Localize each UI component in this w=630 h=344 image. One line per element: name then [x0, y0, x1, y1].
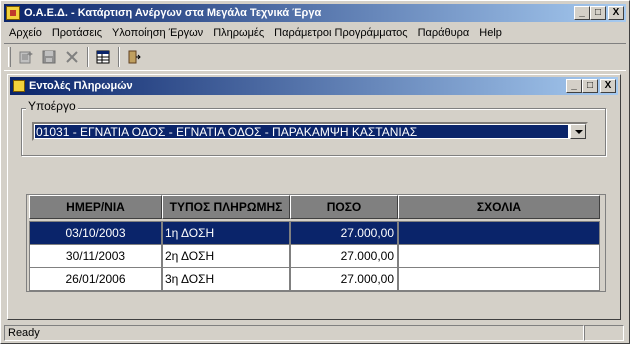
toolbar-separator	[118, 47, 120, 67]
menu-project-implementation[interactable]: Υλοποίηση Έργων	[107, 27, 208, 39]
cell-date[interactable]: 30/11/2003	[29, 244, 162, 268]
cell-comments[interactable]	[398, 221, 600, 245]
payments-table: ΗΜΕΡ/ΝΙΑ ΤΥΠΟΣ ΠΛΗΡΩΜΗΣ ΠΟΣΟ ΣΧΟΛΙΑ 03/1…	[26, 194, 606, 292]
grid-icon[interactable]	[92, 46, 114, 68]
header-payment-type[interactable]: ΤΥΠΟΣ ΠΛΗΡΩΜΗΣ	[162, 195, 290, 219]
delete-icon[interactable]	[61, 46, 83, 68]
new-record-icon[interactable]	[15, 46, 37, 68]
child-minimize-button[interactable]: _	[566, 79, 582, 93]
cell-amount[interactable]: 27.000,00	[290, 267, 398, 291]
header-amount[interactable]: ΠΟΣΟ	[290, 195, 398, 219]
child-window-controls: _ □ X	[566, 79, 616, 93]
menu-windows[interactable]: Παράθυρα	[413, 27, 475, 39]
table-row[interactable]: 26/01/2006 3η ΔΟΣΗ 27.000,00	[29, 267, 600, 291]
status-pane-empty	[584, 324, 624, 341]
close-button[interactable]: X	[608, 6, 624, 20]
table-row[interactable]: 30/11/2003 2η ΔΟΣΗ 27.000,00	[29, 244, 600, 268]
minimize-button[interactable]: _	[574, 6, 590, 20]
table-row[interactable]: 03/10/2003 1η ΔΟΣΗ 27.000,00	[29, 221, 600, 245]
child-close-button[interactable]: X	[600, 79, 616, 93]
app-window: Ο.Α.Ε.Δ. - Κατάρτιση Ανέργων στα Μεγάλα …	[0, 0, 630, 344]
subproject-value: 01031 - ΕΓΝΑΤΙΑ ΟΔΟΣ - ΕΓΝΑΤΙΑ ΟΔΟΣ - ΠΑ…	[35, 125, 568, 138]
child-title: Εντολές Πληρωμών	[29, 80, 133, 92]
cell-comments[interactable]	[398, 244, 600, 268]
cell-comments[interactable]	[398, 267, 600, 291]
toolbar	[4, 43, 626, 71]
cell-amount[interactable]: 27.000,00	[290, 244, 398, 268]
cell-date[interactable]: 03/10/2003	[29, 221, 162, 245]
header-date[interactable]: ΗΜΕΡ/ΝΙΑ	[29, 195, 162, 219]
exit-icon[interactable]	[123, 46, 145, 68]
maximize-button[interactable]: □	[590, 6, 606, 20]
menu-bar: Αρχείο Προτάσεις Υλοποίηση Έργων Πληρωμέ…	[4, 23, 626, 42]
menu-file[interactable]: Αρχείο	[4, 27, 47, 39]
app-title-bar[interactable]: Ο.Α.Ε.Δ. - Κατάρτιση Ανέργων στα Μεγάλα …	[4, 4, 626, 22]
toolbar-separator	[87, 47, 89, 67]
menu-help[interactable]: Help	[474, 27, 507, 39]
cell-amount[interactable]: 27.000,00	[290, 221, 398, 245]
window-controls: _ □ X	[574, 6, 624, 20]
child-title-bar[interactable]: Εντολές Πληρωμών _ □ X	[10, 77, 618, 95]
subproject-select[interactable]: 01031 - ΕΓΝΑΤΙΑ ΟΔΟΣ - ΕΓΝΑΤΙΑ ΟΔΟΣ - ΠΑ…	[32, 122, 588, 141]
save-icon[interactable]	[38, 46, 60, 68]
cell-payment-type[interactable]: 3η ΔΟΣΗ	[162, 267, 290, 291]
cell-payment-type[interactable]: 1η ΔΟΣΗ	[162, 221, 290, 245]
menu-program-parameters[interactable]: Παράμετροι Προγράμματος	[269, 27, 412, 39]
child-window-icon	[13, 80, 25, 92]
app-title: Ο.Α.Ε.Δ. - Κατάρτιση Ανέργων στα Μεγάλα …	[24, 7, 322, 19]
status-text: Ready	[4, 324, 584, 341]
table-header: ΗΜΕΡ/ΝΙΑ ΤΥΠΟΣ ΠΛΗΡΩΜΗΣ ΠΟΣΟ ΣΧΟΛΙΑ	[29, 195, 600, 219]
header-comments[interactable]: ΣΧΟΛΙΑ	[398, 195, 600, 219]
payment-orders-window: Εντολές Πληρωμών _ □ X Υποέργο 01031 - Ε…	[7, 74, 621, 320]
cell-date[interactable]: 26/01/2006	[29, 267, 162, 291]
menu-payments[interactable]: Πληρωμές	[208, 27, 269, 39]
subproject-label: Υποέργο	[26, 99, 78, 113]
menu-proposals[interactable]: Προτάσεις	[47, 27, 107, 39]
app-logo-icon	[6, 6, 20, 20]
chevron-down-icon[interactable]	[570, 124, 586, 139]
status-bar: Ready	[4, 324, 626, 341]
cell-payment-type[interactable]: 2η ΔΟΣΗ	[162, 244, 290, 268]
toolbar-grip[interactable]	[8, 47, 11, 67]
child-maximize-button[interactable]: □	[582, 79, 598, 93]
